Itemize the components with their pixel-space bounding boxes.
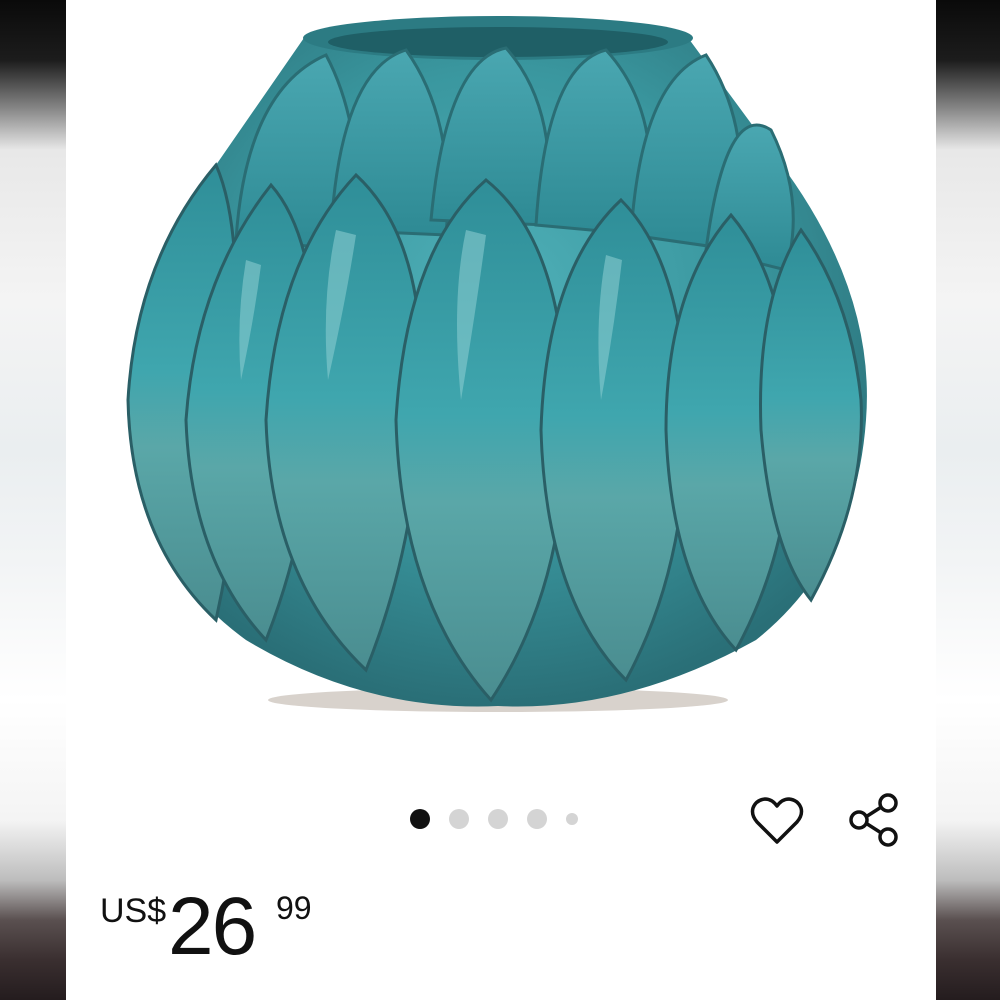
product-image[interactable] (66, 0, 936, 760)
carousel-dot[interactable] (449, 809, 469, 829)
left-background-strip (0, 0, 66, 1000)
teal-ceramic-vase-image (126, 16, 867, 712)
price-whole: 26 (168, 881, 257, 972)
right-background-strip (936, 0, 1000, 1000)
carousel-dot-active[interactable] (410, 809, 430, 829)
image-carousel-indicator[interactable] (410, 808, 578, 830)
price-currency: US$ (100, 892, 167, 930)
carousel-dot[interactable] (527, 809, 547, 829)
price-fraction: 99 (276, 890, 312, 926)
heart-outline-icon[interactable] (750, 796, 804, 848)
share-icon[interactable] (846, 792, 902, 848)
carousel-dot[interactable] (566, 813, 578, 825)
carousel-dot[interactable] (488, 809, 508, 829)
